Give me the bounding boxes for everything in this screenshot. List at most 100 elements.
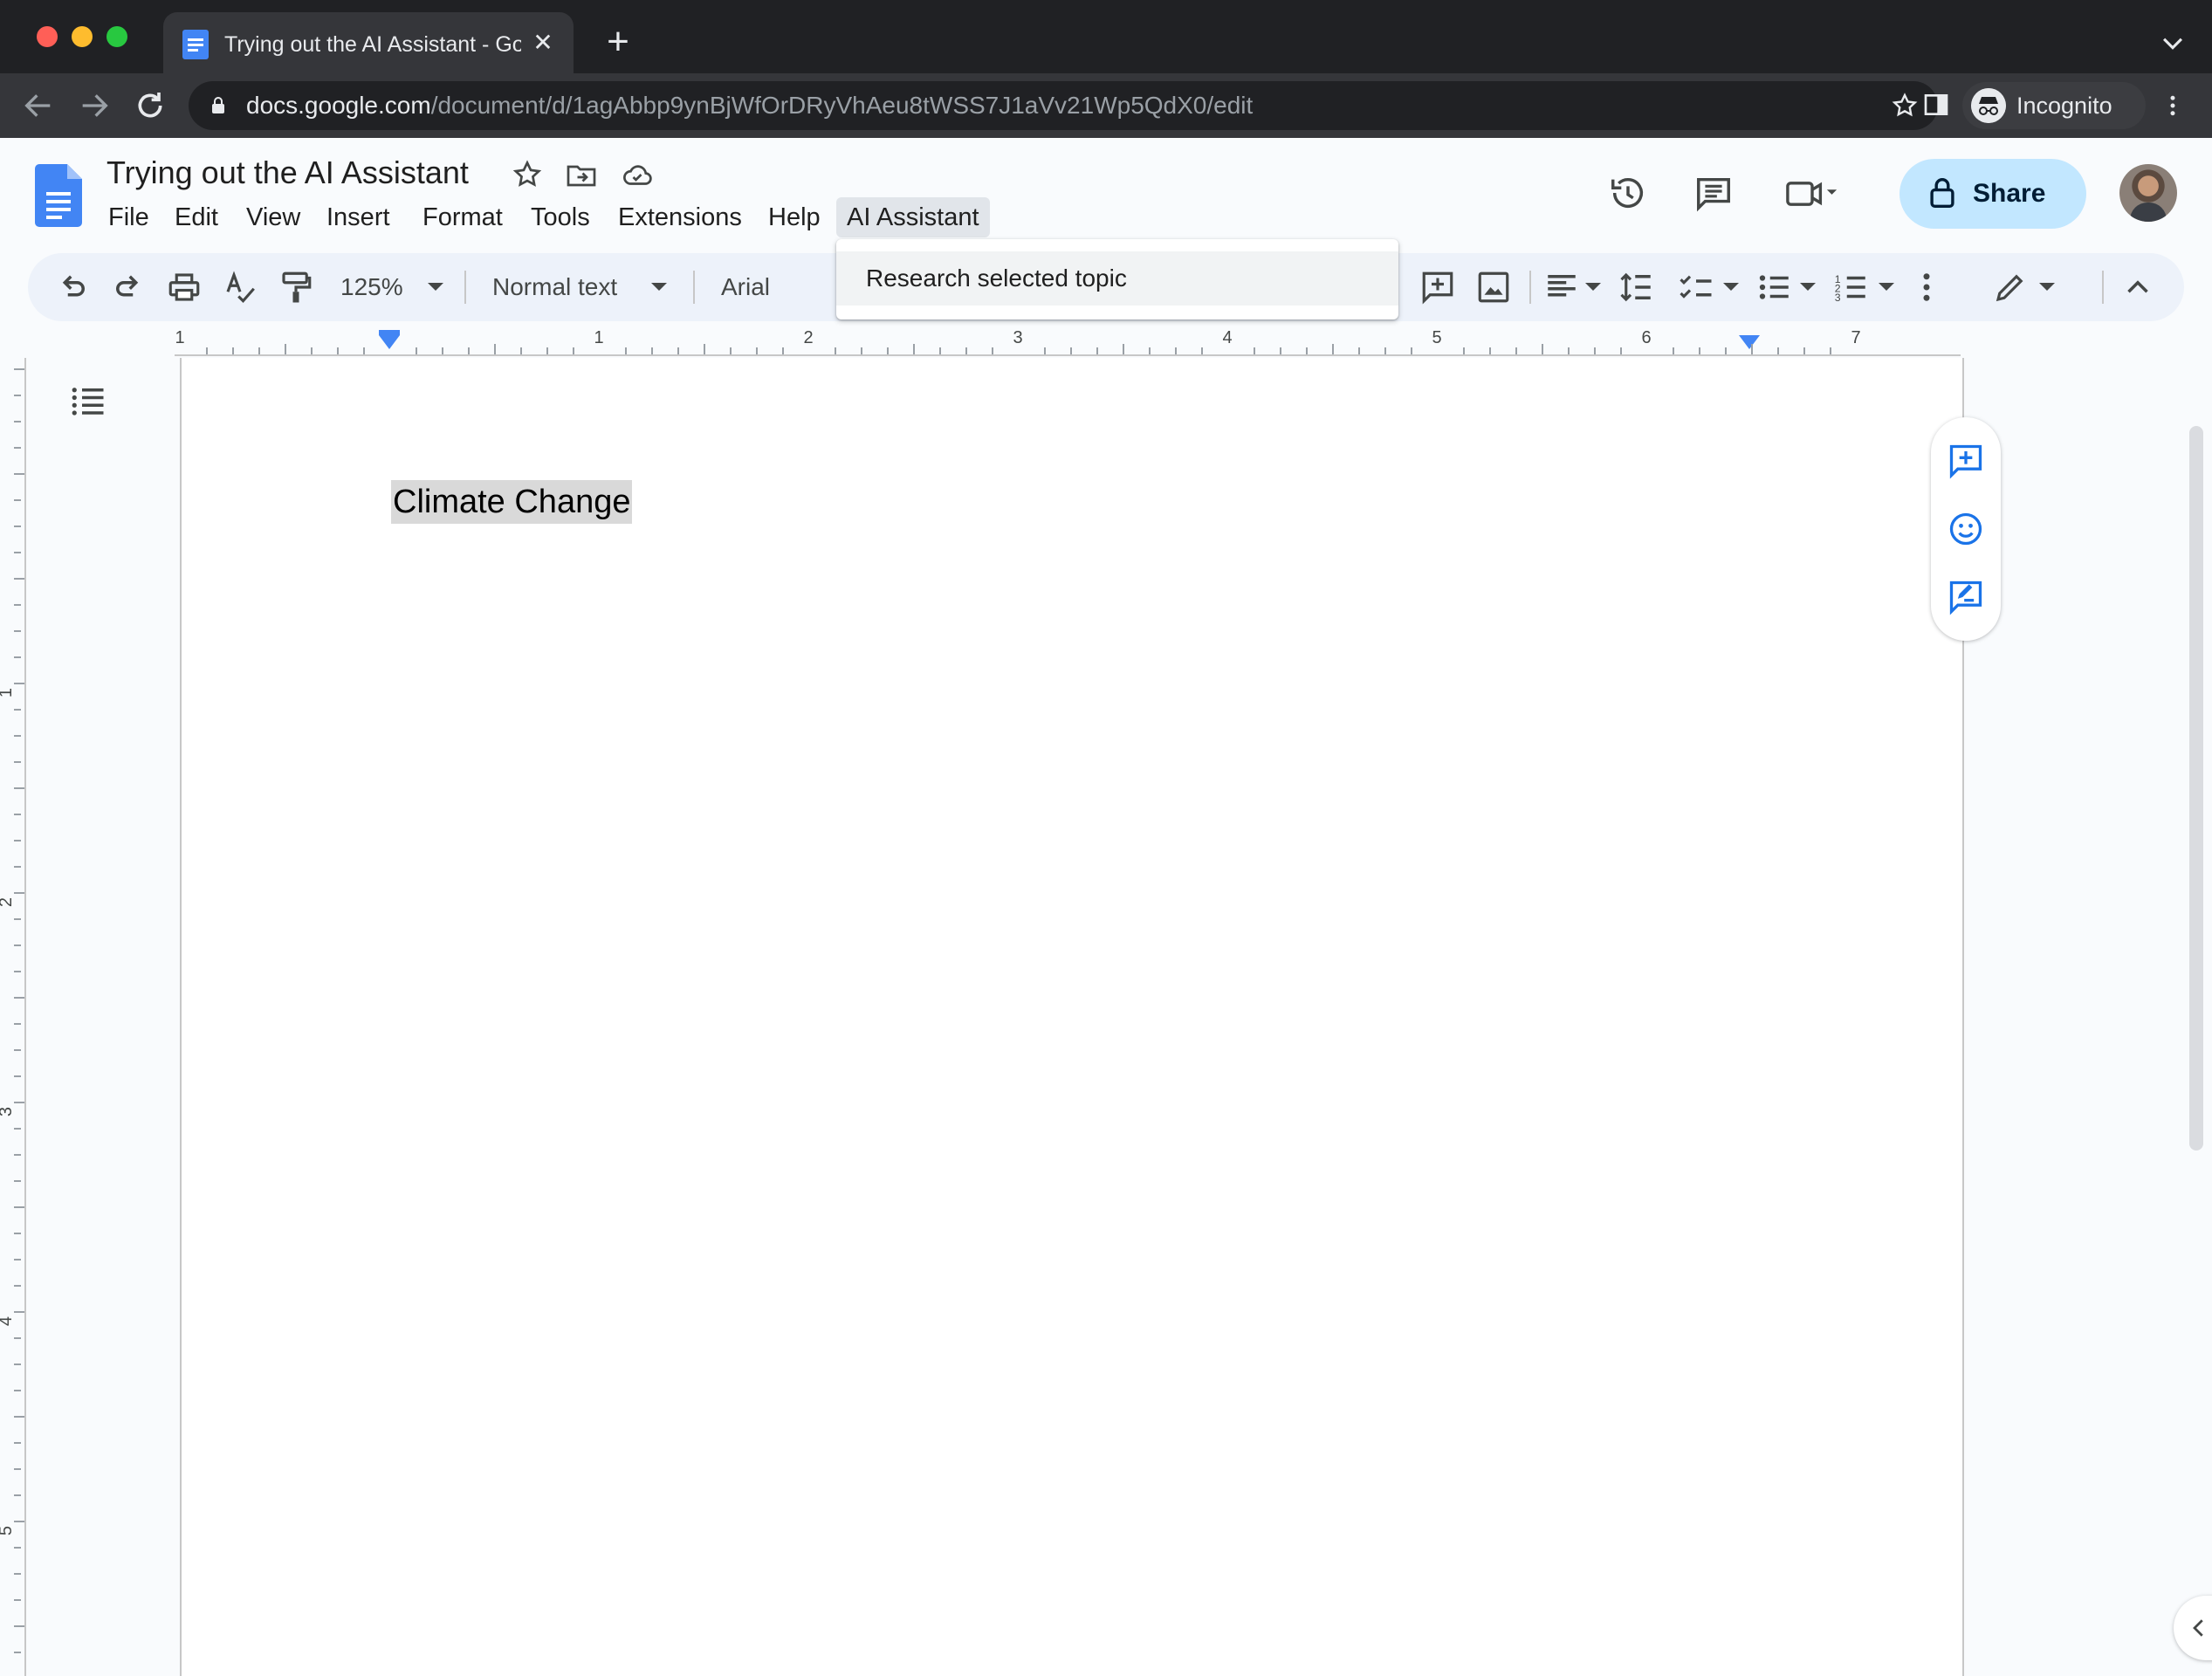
add-emoji-reaction-icon[interactable]: [1947, 510, 1985, 548]
star-icon[interactable]: [512, 159, 543, 190]
menu-extensions[interactable]: Extensions: [608, 197, 752, 237]
forward-icon[interactable]: [77, 88, 112, 123]
bulleted-list-icon[interactable]: [1756, 269, 1793, 306]
horizontal-ruler[interactable]: 1 1 2 3 4 5 6 7: [175, 328, 1961, 356]
tab-close-icon[interactable]: ✕: [528, 28, 558, 58]
lock-icon[interactable]: [211, 97, 225, 114]
collapse-toolbar-icon[interactable]: [2119, 269, 2156, 306]
history-icon[interactable]: [1608, 173, 1648, 213]
side-panel-toggle-button[interactable]: [2174, 1596, 2212, 1660]
line-spacing-icon[interactable]: [1618, 269, 1655, 306]
ruler-tick: [14, 892, 24, 894]
cloud-saved-icon[interactable]: [622, 159, 653, 190]
url-text[interactable]: docs.google.com/document/d/1agAbbp9ynBjW…: [246, 90, 1253, 121]
ruler-number: 2: [0, 897, 17, 907]
editing-mode-caret-icon[interactable]: [2039, 283, 2055, 291]
menu-view[interactable]: View: [236, 197, 311, 237]
window-minimize-button[interactable]: [72, 26, 93, 47]
bookmark-star-icon[interactable]: [1891, 92, 1919, 120]
share-button[interactable]: Share: [1899, 159, 2086, 229]
meet-icon[interactable]: [1786, 173, 1838, 213]
paint-format-icon[interactable]: [278, 269, 314, 306]
ruler-number: 2: [803, 328, 814, 347]
address-bar[interactable]: docs.google.com/document/d/1agAbbp9ynBjW…: [189, 81, 1938, 130]
document-heading-text[interactable]: Climate Change: [391, 480, 633, 524]
left-indent-marker[interactable]: [379, 335, 400, 349]
avatar[interactable]: [2119, 164, 2177, 222]
menu-tools[interactable]: Tools: [520, 197, 601, 237]
ruler-tick: [1489, 347, 1491, 354]
redo-icon[interactable]: [110, 269, 147, 306]
editing-mode-pencil-icon[interactable]: [1992, 269, 2029, 306]
ruler-number: 5: [0, 1526, 17, 1535]
document-page[interactable]: [180, 358, 1964, 1676]
menu-help[interactable]: Help: [758, 197, 831, 237]
vertical-ruler[interactable]: 1 2 3 4 5: [0, 358, 26, 1676]
menu-item-research-selected-topic[interactable]: Research selected topic: [836, 251, 1398, 306]
ruler-tick: [14, 656, 21, 658]
style-caret-icon[interactable]: [651, 283, 667, 291]
checklist-caret-icon[interactable]: [1723, 283, 1739, 291]
reload-icon[interactable]: [133, 88, 168, 123]
right-indent-marker[interactable]: [1739, 335, 1760, 349]
tab-search-chevron-icon[interactable]: [2158, 28, 2188, 58]
window-zoom-button[interactable]: [106, 26, 127, 47]
ruler-tick: [1542, 344, 1543, 354]
back-icon[interactable]: [21, 88, 56, 123]
document-title[interactable]: Trying out the AI Assistant: [106, 154, 469, 192]
ruler-tick: [730, 347, 732, 354]
more-options-icon[interactable]: [1908, 269, 1945, 306]
ruler-tick: [14, 1311, 24, 1313]
floating-actions: [1931, 417, 2001, 641]
menu-insert[interactable]: Insert: [316, 197, 401, 237]
ruler-tick: [14, 604, 21, 606]
zoom-caret-icon[interactable]: [428, 283, 443, 291]
docs-logo-icon[interactable]: [35, 164, 82, 227]
ruler-tick: [1515, 347, 1517, 354]
ruler-tick: [625, 347, 627, 354]
font-select[interactable]: Arial: [721, 269, 770, 306]
menu-ai-assistant[interactable]: AI Assistant: [836, 197, 990, 237]
comments-icon[interactable]: [1693, 173, 1734, 213]
ruler-tick: [258, 347, 260, 354]
menu-format[interactable]: Format: [412, 197, 513, 237]
window-close-button[interactable]: [37, 26, 58, 47]
zoom-select[interactable]: 125%: [340, 269, 403, 306]
ruler-tick: [1306, 347, 1308, 354]
checklist-icon[interactable]: [1678, 269, 1714, 306]
align-left-icon[interactable]: [1543, 269, 1580, 306]
insert-comment-icon[interactable]: [1419, 269, 1456, 306]
ruler-tick: [14, 735, 21, 737]
print-icon[interactable]: [166, 269, 203, 306]
ruler-number: 3: [0, 1107, 17, 1116]
insert-image-icon[interactable]: [1475, 269, 1512, 306]
document-scrollbar[interactable]: [2189, 426, 2203, 1151]
ruler-tick: [1332, 344, 1334, 354]
ruler-tick: [1123, 344, 1124, 354]
spellcheck-icon[interactable]: [222, 269, 258, 306]
move-folder-icon[interactable]: [566, 159, 597, 190]
numbered-list-icon[interactable]: 1 2 3: [1833, 269, 1870, 306]
kebab-menu-icon[interactable]: [2160, 91, 2186, 120]
document-outline-icon[interactable]: [70, 382, 106, 419]
numbering-caret-icon[interactable]: [1879, 283, 1894, 291]
bullets-caret-icon[interactable]: [1800, 283, 1816, 291]
undo-icon[interactable]: [54, 269, 91, 306]
incognito-profile-button[interactable]: Incognito: [1962, 82, 2146, 129]
browser-tab-active[interactable]: Trying out the AI Assistant - Google Doc…: [163, 12, 574, 73]
suggest-edits-icon[interactable]: [1947, 578, 1985, 616]
menu-file[interactable]: File: [98, 197, 160, 237]
menu-item-label: Research selected topic: [866, 264, 1127, 292]
ruler-tick: [14, 1206, 24, 1208]
ruler-tick: [14, 1102, 24, 1103]
menu-edit[interactable]: Edit: [164, 197, 229, 237]
ruler-tick: [1594, 347, 1596, 354]
ruler-number: 1: [594, 328, 604, 347]
share-label: Share: [1973, 179, 2046, 208]
paragraph-style-select[interactable]: Normal text: [492, 269, 617, 306]
side-panel-icon[interactable]: [1922, 91, 1950, 119]
add-comment-icon[interactable]: [1947, 442, 1985, 480]
ruler-tick: [1280, 347, 1281, 354]
align-caret-icon[interactable]: [1585, 283, 1601, 291]
new-tab-button[interactable]: +: [601, 23, 635, 61]
